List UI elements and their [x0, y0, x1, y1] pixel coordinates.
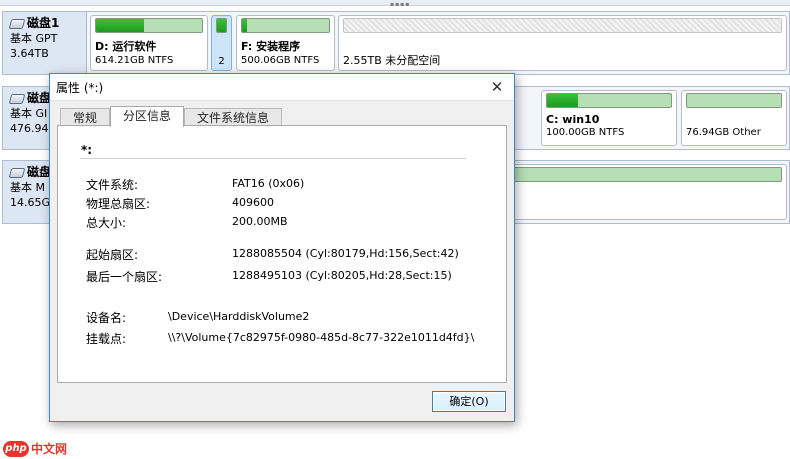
partition-title: F: 安装程序 [241, 40, 301, 53]
partition-size: 614.21GB NTFS [95, 55, 174, 66]
usage-bar [686, 93, 782, 108]
disk-name: 磁盘 [27, 91, 52, 105]
last-sector-value: 1288495103 (Cyl:80205,Hd:28,Sect:15) [232, 269, 452, 282]
physical-sectors-value: 409600 [232, 196, 274, 209]
partition-size: 500.06GB NTFS [241, 55, 320, 66]
total-size-value: 200.00MB [232, 215, 288, 228]
dialog-title: 属性 (*:) [56, 80, 104, 95]
mount-point-value: \\?\Volume{7c82975f-0980-485d-8c77-322e1… [168, 331, 475, 344]
total-size-label: 总大小: [86, 216, 127, 230]
top-splitter[interactable]: ▪▪▪▪ [0, 0, 790, 8]
disk-size: 3.64TB [10, 47, 49, 60]
partition-info-panel: *: 文件系统: FAT16 (0x06) 物理总扇区: 409600 总大小:… [57, 125, 507, 383]
device-name-label: 设备名: [86, 311, 127, 325]
divider [80, 158, 466, 160]
disk-icon [8, 167, 26, 178]
watermark-text: 中文网 [31, 442, 68, 456]
partition-c[interactable]: C: win10 100.00GB NTFS [541, 90, 677, 146]
filesystem-value: FAT16 (0x06) [232, 177, 305, 190]
usage-bar [546, 93, 672, 108]
last-sector-label: 最后一个扇区: [86, 270, 163, 284]
partition-2-selected[interactable]: 2 [211, 15, 232, 71]
partition-unallocated[interactable]: 2.55TB 未分配空间 [338, 15, 787, 71]
partition-size: 2.55TB 未分配空间 [343, 54, 441, 67]
partition-name: *: [81, 143, 93, 157]
close-icon[interactable]: ✕ [488, 78, 506, 96]
unallocated-bar [343, 18, 782, 33]
device-name-value: \Device\HarddiskVolume2 [168, 310, 310, 323]
usage-bar [241, 18, 330, 33]
properties-dialog: 属性 (*:) ✕ 常规 分区信息 文件系统信息 *: 文件系统: FAT16 … [49, 73, 515, 422]
disk-icon [8, 93, 26, 104]
php-logo: php [3, 440, 29, 457]
start-sector-label: 起始扇区: [86, 248, 139, 262]
disk-row-1[interactable]: 磁盘1 基本 GPT 3.64TB D: 运行软件 614.21GB NTFS … [2, 11, 790, 75]
dialog-titlebar[interactable]: 属性 (*:) ✕ [50, 74, 514, 101]
filesystem-label: 文件系统: [86, 178, 139, 192]
partition-size: 76.94GB Other [686, 127, 761, 138]
ok-button[interactable]: 确定(O) [432, 391, 506, 412]
partition-title: C: win10 [546, 113, 600, 126]
grip-icon: ▪▪▪▪ [390, 1, 411, 8]
partition-other[interactable]: 76.94GB Other [681, 90, 787, 146]
partition-size: 100.00GB NTFS [546, 127, 625, 138]
tab-bar: 常规 分区信息 文件系统信息 [60, 106, 283, 127]
usage-bar [95, 18, 203, 33]
physical-sectors-label: 物理总扇区: [86, 197, 151, 211]
partition-f[interactable]: F: 安装程序 500.06GB NTFS [236, 15, 335, 71]
disk-info[interactable]: 磁盘1 基本 GPT 3.64TB [3, 12, 87, 74]
disk-name: 磁盘 [27, 165, 52, 179]
start-sector-value: 1288085504 (Cyl:80179,Hd:156,Sect:42) [232, 247, 459, 260]
partition-title: D: 运行软件 [95, 40, 157, 53]
usage-bar [216, 18, 227, 33]
partition-number: 2 [218, 56, 225, 67]
mount-point-label: 挂载点: [86, 332, 127, 346]
disk-type: 基本 GPT [10, 32, 58, 45]
tab-partition-info[interactable]: 分区信息 [110, 106, 185, 127]
partition-d[interactable]: D: 运行软件 614.21GB NTFS [90, 15, 208, 71]
disk-name: 磁盘1 [27, 16, 60, 30]
disk-icon [8, 18, 26, 29]
watermark: php 中文网 [3, 440, 67, 457]
